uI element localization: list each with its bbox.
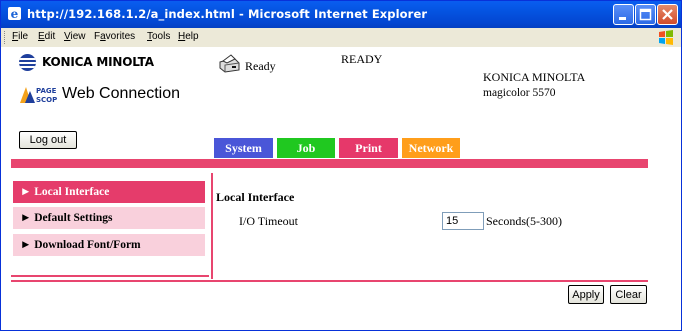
toolbar-grip[interactable] — [4, 31, 7, 44]
tab-print[interactable]: Print — [339, 138, 398, 158]
tab-system[interactable]: System — [214, 138, 273, 158]
io-timeout-unit: Seconds(5-300) — [486, 214, 562, 228]
svg-text:e: e — [11, 7, 19, 21]
clear-button[interactable]: Clear — [610, 285, 647, 304]
web-connection-title: Web Connection — [62, 85, 180, 102]
maximize-button[interactable] — [635, 4, 656, 25]
menu-edit-accesskey: E — [38, 31, 45, 42]
internet-explorer-icon: e — [8, 7, 21, 21]
svg-text:PAGE: PAGE — [36, 87, 57, 95]
svg-text:SCOPE: SCOPE — [36, 96, 57, 104]
window-title: http://192.168.1.2/a_index.html - Micros… — [27, 7, 428, 21]
sidebar-item-local-interface[interactable]: ► Local Interface — [13, 181, 205, 203]
io-timeout-input[interactable] — [442, 212, 484, 230]
panel-status-text: READY — [341, 52, 383, 66]
menu-help-rest: elp — [185, 31, 199, 42]
minimize-button[interactable] — [613, 4, 634, 25]
title-bar[interactable]: e http://192.168.1.2/a_index.html - Micr… — [1, 1, 681, 28]
menu-edit-rest: dit — [44, 31, 56, 42]
menu-tools[interactable]: Tools — [147, 31, 170, 42]
footer-divider — [11, 280, 648, 282]
close-icon — [662, 9, 673, 20]
menu-bar: File Edit View Favorites Tools Help — [1, 28, 681, 48]
menu-view[interactable]: View — [64, 31, 86, 42]
windows-logo-icon — [659, 30, 673, 45]
io-timeout-label: I/O Timeout — [239, 214, 299, 228]
section-heading: Local Interface — [216, 190, 295, 204]
printer-status-icon — [219, 54, 240, 73]
menu-file[interactable]: File — [12, 31, 28, 42]
konica-minolta-globe-icon — [19, 54, 36, 71]
menu-favorites[interactable]: Favorites — [94, 31, 135, 42]
page-content: KONICA MINOLTA PAGE SCOPE Web Connection… — [1, 47, 681, 330]
tab-job[interactable]: Job — [277, 138, 335, 158]
model-manufacturer: KONICA MINOLTA — [483, 70, 586, 84]
apply-button[interactable]: Apply — [568, 285, 604, 304]
maximize-icon — [639, 8, 652, 21]
tab-network[interactable]: Network — [402, 138, 460, 158]
sidebar-item-download-font-form[interactable]: ► Download Font/Form — [13, 234, 205, 256]
model-name: magicolor 5570 — [483, 87, 556, 99]
brand-name: KONICA MINOLTA — [42, 55, 154, 69]
menu-tools-rest: ools — [152, 31, 171, 42]
minimize-icon — [619, 17, 626, 20]
sidebar-item-default-settings[interactable]: ► Default Settings — [13, 207, 205, 229]
menu-view-rest: iew — [70, 31, 86, 42]
menu-file-rest: ile — [18, 31, 29, 42]
menu-help[interactable]: Help — [178, 31, 199, 42]
sidebar-divider — [211, 173, 213, 279]
browser-window: e http://192.168.1.2/a_index.html - Micr… — [0, 0, 682, 331]
printer-status-text: Ready — [245, 59, 276, 73]
pagescope-logo-icon: PAGE SCOPE — [20, 87, 57, 104]
header-divider — [11, 159, 648, 168]
menu-favorites-rest: vorites — [105, 31, 136, 42]
menu-edit[interactable]: Edit — [38, 31, 55, 42]
sidebar-menu: ► Local Interface ► Default Settings ► D… — [11, 178, 209, 277]
logout-button[interactable]: Log out — [19, 131, 77, 149]
close-button[interactable] — [657, 4, 678, 25]
